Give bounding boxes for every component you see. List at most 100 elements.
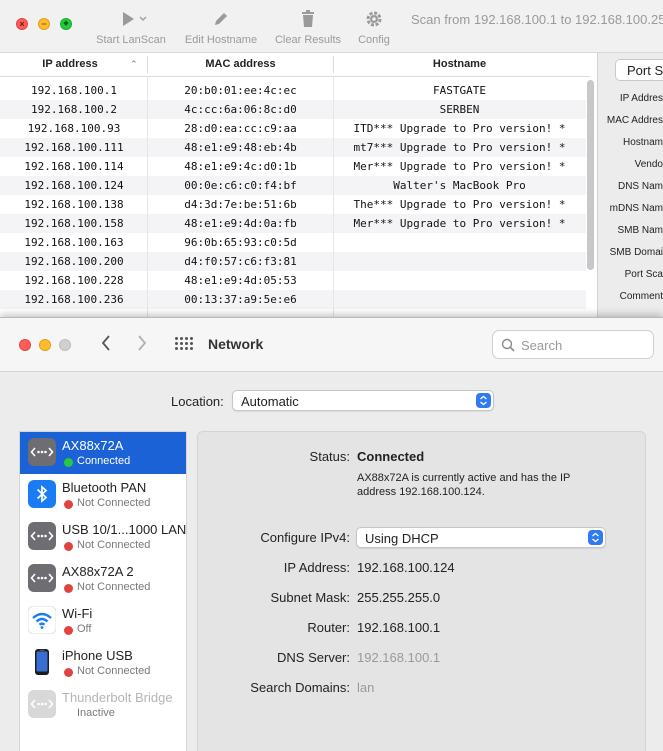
hostname-cell: ITD*** Upgrade to Pro version! * [353,122,566,135]
service-status: Not Connected [77,581,151,593]
zoom-icon: ◆ [63,20,69,27]
back-button[interactable] [100,333,112,359]
status-dot-icon [64,668,73,677]
status-description: AX88x72A is currently active and has the… [357,472,571,498]
ip-cell: 192.168.100.163 [24,236,124,249]
wifi-icon [27,605,57,635]
detail-field-label: MAC Addres [606,115,663,126]
ip-address-value: 192.168.100.124 [357,560,455,575]
zoom-button[interactable] [59,339,71,351]
ip-cell: 192.168.100.138 [24,198,124,211]
table-row[interactable]: 192.168.100.124 00:0e:c6:c0:f4:bf Walter's… [0,176,586,195]
ethernet-icon [28,522,56,550]
service-item[interactable]: Wi-Fi Off [20,600,186,642]
scan-results-table[interactable]: IP address ⌃ MAC address Hostname 192.16… [0,53,590,320]
ethernet-icon [28,564,56,592]
detail-field-label: Comment [619,291,663,302]
service-name: Bluetooth PAN [62,480,147,495]
detail-field-label: Hostnam [622,137,663,148]
search-field[interactable] [492,330,654,359]
start-lanscan-label: Start LanScan [96,34,166,46]
zoom-button[interactable]: ◆ [60,18,72,30]
service-item[interactable]: USB 10/1...1000 LAN Not Connected [20,516,186,558]
hostname-cell: SERBEN [439,103,480,116]
table-header: IP address ⌃ MAC address Hostname [0,53,590,77]
search-domains-label: Search Domains: [250,680,350,695]
close-icon: × [19,19,25,29]
service-item[interactable]: iPhone USB Not Connected [20,642,186,684]
forward-button[interactable] [136,333,148,359]
table-row[interactable]: 192.168.100.111 48:e1:e9:48:eb:4b mt7*** U… [0,138,586,157]
service-item[interactable]: AX88x72A 2 Not Connected [20,558,186,600]
column-ip-header[interactable]: IP address [0,58,140,70]
location-popup[interactable]: Automatic [232,390,494,411]
configure-ipv4-value: Using DHCP [365,531,439,546]
pencil-icon [180,10,262,28]
table-row[interactable]: 192.168.100.1 20:b0:01:ee:4c:ec FASTGATE [0,81,586,100]
column-mac-header[interactable]: MAC address [148,58,333,70]
table-scrollbar[interactable] [587,80,594,270]
table-row[interactable]: 192.168.100.163 96:0b:65:93:c0:5d [0,233,586,252]
mac-cell: 96:0b:65:93:c0:5d [184,236,297,249]
subnet-mask-label: Subnet Mask: [270,590,351,605]
clear-results-button[interactable]: Clear Results [271,10,345,46]
start-lanscan-button[interactable]: Start LanScan [92,10,170,46]
table-row[interactable]: 192.168.100.158 48:e1:e9:4d:0a:fb Mer*** U… [0,214,586,233]
port-detail-panel: Port S IP Addres MAC Addres Hostnam Vendo DN… [597,53,663,320]
scan-range-title: Scan from 192.168.100.1 to 192.168.100.2… [411,12,663,27]
mac-cell: d4:f0:57:c6:f3:81 [184,255,297,268]
minimize-button[interactable] [39,339,51,351]
location-label: Location: [171,394,224,409]
config-label: Config [358,34,390,46]
table-row[interactable]: 192.168.100.228 48:e1:e9:4d:05:53 [0,271,586,290]
table-row[interactable]: 192.168.100.200 d4:f0:57:c6:f3:81 [0,252,586,271]
service-item[interactable]: Thunderbolt Bridge Inactive [20,684,186,726]
minimize-button[interactable]: − [38,18,50,30]
table-row[interactable]: 192.168.100.236 00:13:37:a9:5e:e6 [0,290,586,309]
service-status: Inactive [77,707,115,719]
detail-field-label: Port Sca [624,269,663,280]
ip-cell: 192.168.100.114 [24,160,124,173]
mac-cell: 00:13:37:a9:5e:e6 [184,293,297,306]
service-name: Wi-Fi [62,606,93,621]
service-status: Not Connected [77,665,151,677]
router-value: 192.168.100.1 [357,620,441,635]
service-item[interactable]: Bluetooth PAN Not Connected [20,474,186,516]
service-item[interactable]: AX88x72A Connected [20,432,186,474]
table-row[interactable]: 192.168.100.138 d4:3d:7e:be:51:6b The*** U… [0,195,586,214]
hostname-cell: mt7*** Upgrade to Pro version! * [353,141,566,154]
location-value: Automatic [241,394,299,409]
port-scan-button[interactable]: Port S [615,59,663,81]
config-button[interactable]: Config [353,10,395,46]
table-row[interactable]: 192.168.100.114 48:e1:e9:4c:d0:1b Mer*** U… [0,157,586,176]
status-dot-icon [64,584,73,593]
play-icon [92,10,170,28]
table-row[interactable]: 192.168.100.93 28:d0:ea:cc:c9:aa ITD*** Up… [0,119,586,138]
table-row[interactable]: 192.168.100.2 4c:cc:6a:06:8c:d0 SERBEN [0,100,586,119]
column-divider [333,77,334,320]
service-name: AX88x72A [62,438,124,453]
bluetooth-icon [28,480,56,508]
dns-server-value: 192.168.100.1 [357,650,441,665]
iphone-icon [28,648,56,676]
subnet-mask-value: 255.255.255.0 [357,590,441,605]
show-all-grid-icon[interactable] [175,337,193,351]
configure-ipv4-popup[interactable]: Using DHCP [356,527,606,548]
mac-cell: 48:e1:e9:4c:d0:1b [184,160,297,173]
edit-hostname-button[interactable]: Edit Hostname [180,10,262,46]
service-status: Connected [77,455,131,467]
mac-cell: 48:e1:e9:48:eb:4b [184,141,297,154]
close-button[interactable] [19,339,31,351]
detail-field-label: SMB Domai [609,247,663,258]
column-host-header[interactable]: Hostname [333,58,586,70]
configure-ipv4-label: Configure IPv4: [260,530,350,545]
search-input[interactable] [521,336,649,354]
hostname-cell: Walter's MacBook Pro [393,179,526,192]
service-list: AX88x72A Connected Bluetooth PAN Not Connec… [19,431,187,751]
lanscan-window: × − ◆ Start LanScan Edit Hostname Clear … [0,0,663,320]
column-divider [147,77,148,320]
status-dot-icon [64,500,73,509]
close-button[interactable]: × [16,18,28,30]
ip-cell: 192.168.100.158 [24,217,124,230]
ip-cell: 192.168.100.200 [24,255,124,268]
